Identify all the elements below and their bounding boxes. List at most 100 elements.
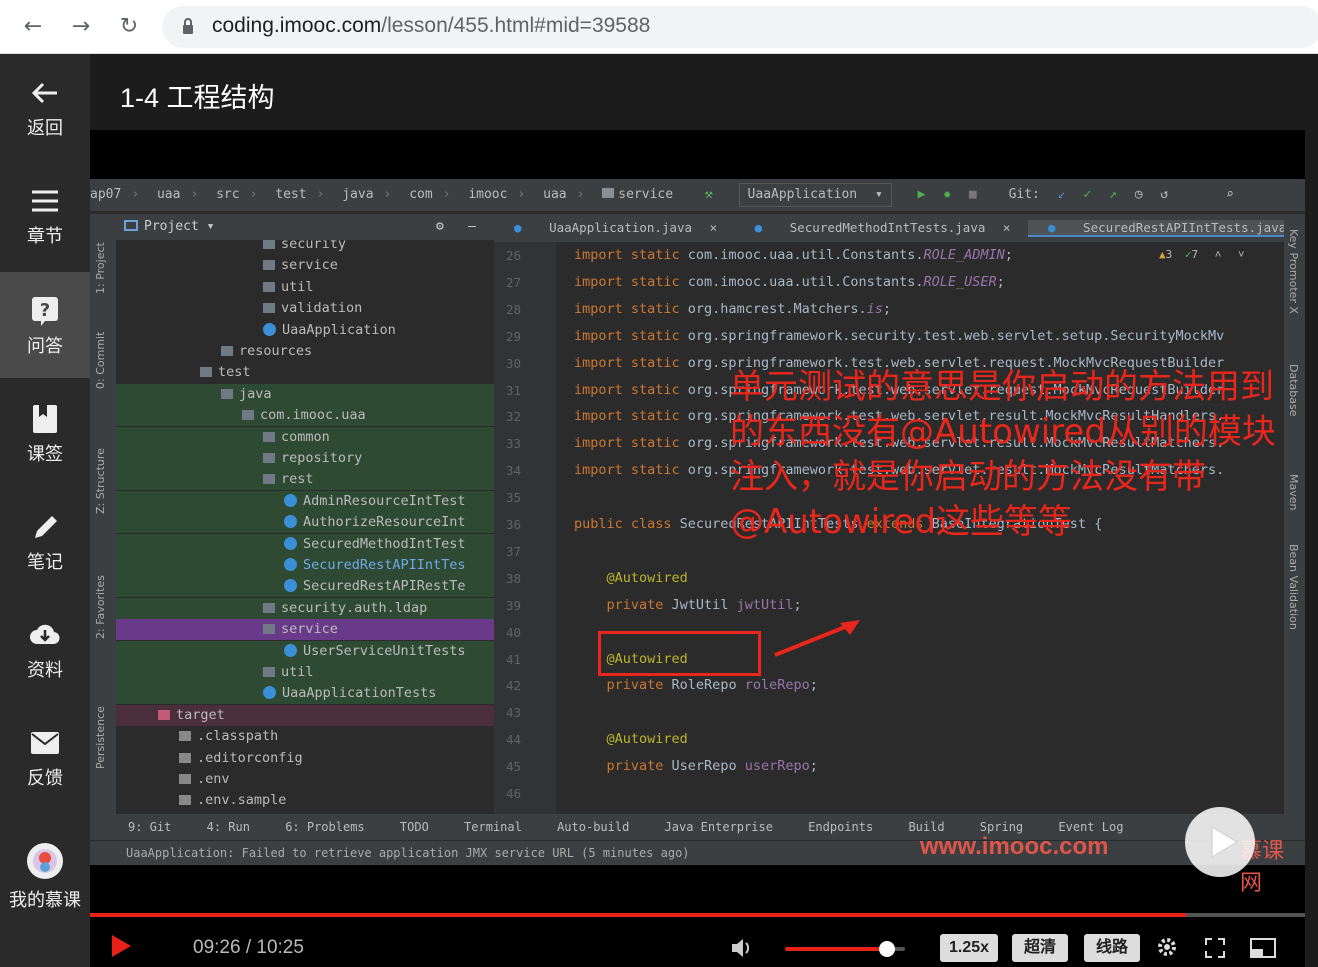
tree-item[interactable]: java (116, 383, 494, 405)
reload-icon[interactable]: ↻ (114, 12, 144, 42)
tree-item[interactable]: UserServiceUnitTests (116, 640, 494, 662)
file-icon (179, 774, 191, 784)
code-line: 39 private JwtUtil jwtUtil; (494, 592, 1284, 619)
tree-item[interactable]: com.imooc.uaa (116, 405, 494, 427)
breadcrumb-item: ap07 (90, 187, 122, 202)
sidebar-item-notes[interactable]: 笔记 (0, 488, 90, 594)
line-number: 30 (506, 355, 522, 371)
speed-button[interactable]: 1.25x (940, 934, 998, 962)
sidebar-item-chapters[interactable]: 章节 (0, 162, 90, 268)
sidebar-item-feedback[interactable]: 反馈 (0, 704, 90, 810)
play-icon[interactable] (110, 934, 132, 958)
tool-run: 4: Run (206, 820, 250, 834)
volume-icon[interactable] (730, 937, 754, 959)
sidebar-item-bookmarks[interactable]: 课签 (0, 380, 90, 486)
code-line: 42 private RoleRepo roleRepo; (494, 672, 1284, 699)
tree-item[interactable]: test (116, 362, 494, 383)
breadcrumb-item: java (342, 187, 374, 202)
address-bar[interactable]: coding.imooc.com/lesson/455.html#mid=395… (162, 6, 1318, 48)
play-icon (1211, 826, 1238, 858)
tree-item[interactable]: SecuredMethodIntTest (116, 533, 494, 555)
line-number: 38 (506, 570, 522, 586)
tree-item[interactable]: UaaApplication (116, 320, 494, 341)
folder-icon (263, 303, 275, 314)
breadcrumb-item: service (618, 187, 674, 202)
tree-item[interactable]: SecuredRestAPIRestTe (116, 576, 494, 598)
tree-item[interactable]: service (116, 619, 494, 641)
tree-item[interactable]: util (116, 662, 494, 683)
tree-item[interactable]: AuthorizeResourceInt (116, 512, 494, 534)
sidebar-item-my-imooc[interactable]: 我的慕课 (0, 814, 90, 920)
folder-icon (263, 453, 275, 463)
tree-item[interactable]: util (116, 277, 494, 298)
tree-item[interactable]: UaaApplicationTests (116, 683, 494, 705)
line-number: 46 (506, 786, 522, 801)
folder-icon (200, 367, 212, 378)
sidebar-item-qa[interactable]: ? 问答 (0, 272, 90, 378)
back-arrow-icon[interactable]: ← (18, 12, 48, 42)
code-text: import static org.springframework.securi… (574, 327, 1225, 344)
arrow-left-icon (31, 82, 57, 104)
tree-item[interactable]: .classpath (116, 726, 494, 747)
tool-git: 9: Git (128, 820, 172, 834)
sidebar-item-materials[interactable]: 资料 (0, 596, 90, 702)
folder-icon (242, 410, 254, 421)
breadcrumb-item: imooc (468, 187, 508, 202)
tree-item-label: java (239, 385, 272, 402)
tree-item[interactable]: .env.sample (116, 790, 494, 811)
time-display: 09:26 / 10:25 (193, 937, 304, 958)
lesson-header: 1-4 工程结构 (90, 54, 1318, 130)
tool-tab-structure: Z: Structure (94, 448, 107, 514)
tree-item[interactable]: target (116, 704, 494, 726)
tree-item[interactable]: security.auth.ldap (116, 597, 494, 619)
folder-icon (221, 388, 233, 399)
line-number: 40 (506, 624, 522, 640)
tree-item-label: UaaApplicationTests (282, 685, 437, 702)
lock-icon (183, 18, 193, 34)
tree-item[interactable]: validation (116, 298, 494, 319)
stop-icon: ■ (968, 187, 977, 202)
chevron-down-icon: ˅ (1237, 248, 1245, 261)
tree-item[interactable]: common (116, 426, 494, 448)
route-button[interactable]: 线路 (1084, 934, 1140, 962)
widescreen-icon[interactable] (1250, 938, 1276, 958)
tool-tab-commit: 0: Commit (94, 331, 107, 389)
annotation-arrow (774, 620, 860, 657)
sidebar-item-back[interactable]: 返回 (0, 54, 90, 160)
tree-item-label: rest (281, 471, 314, 488)
forward-arrow-icon[interactable]: → (66, 12, 96, 42)
pencil-icon (35, 516, 57, 538)
browser-toolbar: ← → ↻ coding.imooc.com/lesson/455.html#m… (0, 0, 1318, 54)
settings-gear-icon[interactable] (1156, 936, 1178, 958)
quality-button[interactable]: 超清 (1012, 934, 1068, 962)
watermark-site: www.imooc.com (920, 833, 1109, 860)
tree-item[interactable]: .env (116, 769, 494, 790)
tree-item[interactable]: repository (116, 448, 494, 469)
tool-java-enterprise: Java Enterprise (664, 820, 773, 834)
code-text: @Autowired (574, 807, 688, 814)
tree-item-label: UserServiceUnitTests (303, 642, 466, 659)
volume-slider[interactable] (785, 941, 905, 957)
tree-item[interactable]: rest (116, 469, 494, 491)
tool-todo: TODO (399, 820, 429, 834)
tree-item-label: common (281, 428, 330, 445)
class-icon (263, 686, 276, 700)
tree-item[interactable]: service (116, 255, 494, 276)
video-player[interactable]: ap07 › uaa › src › test › java › com › imooc › … (90, 130, 1305, 967)
big-play-button[interactable] (1185, 807, 1255, 877)
volume-knob[interactable] (879, 941, 895, 957)
tree-item[interactable]: security (116, 240, 494, 255)
class-icon (284, 579, 297, 593)
tree-item[interactable]: resources (116, 341, 494, 362)
tree-item[interactable]: AdminResourceIntTest (116, 490, 494, 512)
line-number: 31 (506, 382, 522, 398)
tree-item[interactable]: SecuredRestAPIIntTes (116, 555, 494, 576)
tree-item-label: SecuredRestAPIIntTes (303, 557, 466, 573)
line-number: 29 (506, 328, 522, 344)
fullscreen-icon[interactable] (1204, 937, 1226, 959)
breadcrumb-item: test (275, 187, 307, 202)
tool-build: Build (908, 820, 945, 834)
sidebar-item-label: 课签 (27, 444, 63, 464)
tool-event-log: Event Log (1058, 820, 1124, 834)
tree-item[interactable]: .editorconfig (116, 748, 494, 769)
